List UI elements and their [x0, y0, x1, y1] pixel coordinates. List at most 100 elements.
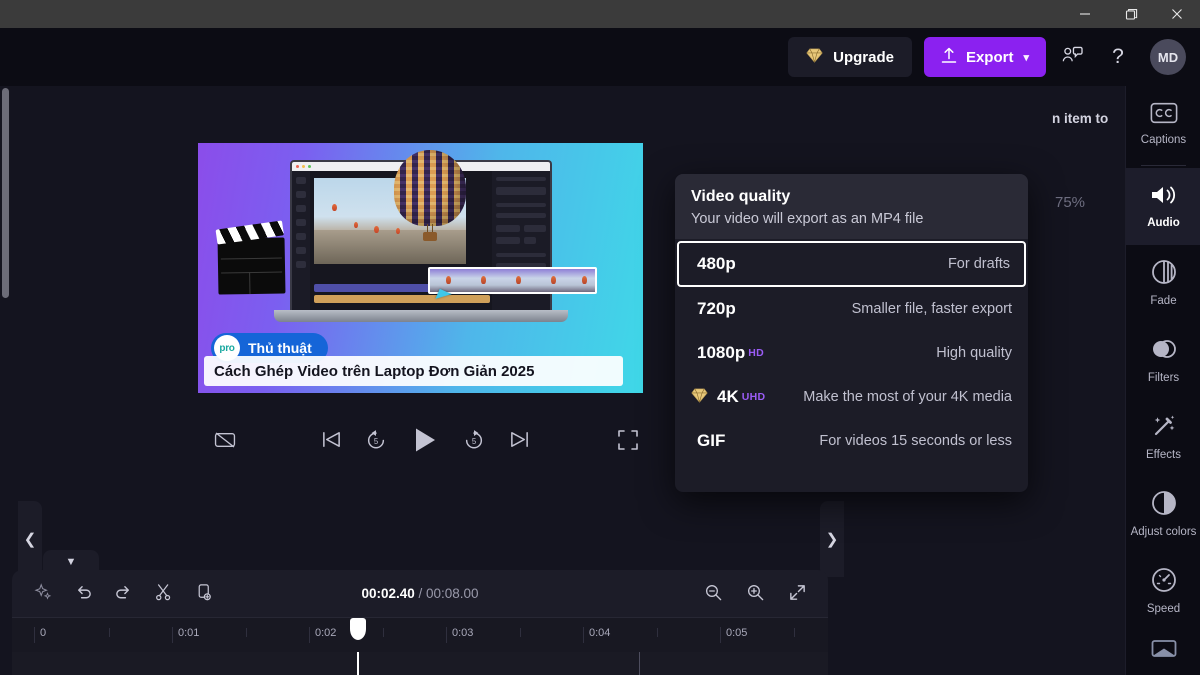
timeline-panel: 00:02.40 / 00:08.00 0 0:01 0:02 0:03 0:0…: [12, 570, 828, 675]
ruler-label: 0:04: [583, 627, 610, 643]
quality-option-label: 720p: [697, 299, 736, 318]
diamond-icon: [691, 388, 708, 407]
sidebar-item-filters[interactable]: Filters: [1126, 322, 1200, 399]
captions-off-icon: [214, 431, 236, 452]
quality-option-desc: For drafts: [947, 256, 1010, 272]
preview-caption: Cách Ghép Video trên Laptop Đơn Giản 202…: [204, 356, 623, 386]
skip-next-icon: [509, 429, 530, 453]
rewind-5s-button[interactable]: 5: [359, 424, 393, 458]
sidebar-item-partial[interactable]: [1126, 630, 1200, 670]
sidebar-item-adjust-colors[interactable]: Adjust colors: [1126, 476, 1200, 553]
quality-option-4k[interactable]: 4K UHD Make the most of your 4K media: [677, 375, 1026, 419]
fullscreen-icon: [618, 429, 638, 453]
hidden-panel-text: n item to: [1052, 111, 1109, 126]
people-chat-icon: [1062, 46, 1083, 68]
total-time: 00:08.00: [426, 586, 479, 601]
sidebar-item-audio[interactable]: Audio: [1126, 168, 1200, 245]
dropdown-title: Video quality: [691, 188, 791, 205]
transition-icon: [1151, 637, 1177, 664]
clipchamp-editor-window: Upgrade Export ▾ ? MD pro Thủ thuật Cách…: [0, 0, 1200, 675]
hidden-panel-percent: 75%: [1055, 194, 1086, 211]
export-button-label: Export: [965, 48, 1014, 66]
app-topbar: Upgrade Export ▾ ? MD: [0, 28, 1200, 86]
zoom-out-icon: [704, 583, 723, 605]
uhd-badge: UHD: [741, 391, 766, 403]
avatar[interactable]: MD: [1150, 39, 1186, 75]
split-button[interactable]: [148, 579, 178, 609]
ruler-tick: [794, 628, 795, 637]
play-button[interactable]: [405, 421, 445, 461]
sidebar-item-captions[interactable]: Captions: [1126, 86, 1200, 163]
collapse-left-panel-button[interactable]: ❮: [18, 501, 42, 577]
chevron-down-icon: ▼: [65, 556, 77, 568]
quality-option-480p[interactable]: 480p For drafts: [677, 241, 1026, 287]
tool-sidebar: Captions Audio Fade Filters Effects Adju…: [1125, 86, 1200, 675]
sidebar-item-speed[interactable]: Speed: [1126, 553, 1200, 630]
avatar-initials: MD: [1157, 49, 1179, 65]
scrollbar-thumb[interactable]: [2, 88, 9, 298]
speaker-icon: [1149, 183, 1179, 212]
redo-icon: [114, 583, 133, 605]
duplicate-icon: [194, 583, 213, 605]
help-button[interactable]: ?: [1098, 37, 1138, 77]
sidebar-item-fade[interactable]: Fade: [1126, 245, 1200, 322]
zoom-out-button[interactable]: [698, 579, 728, 609]
timeline-playhead[interactable]: [350, 618, 366, 675]
timeline-tracks[interactable]: [12, 618, 828, 675]
ruler-tick: [520, 628, 521, 637]
magic-button[interactable]: [28, 579, 58, 609]
hot-air-balloon-graphic: [394, 150, 466, 246]
sparkle-icon: [34, 583, 52, 604]
fit-screen-icon: [788, 583, 807, 605]
ruler-label: 0:02: [309, 627, 336, 643]
undo-button[interactable]: [68, 579, 98, 609]
upgrade-button[interactable]: Upgrade: [788, 37, 912, 77]
window-close-button[interactable]: [1154, 0, 1200, 28]
ruler-label: 0:03: [446, 627, 473, 643]
quality-option-label: 1080p: [697, 343, 746, 362]
quality-option-label: 4K: [717, 387, 739, 406]
redo-button[interactable]: [108, 579, 138, 609]
half-circle-contrast-icon: [1151, 490, 1177, 521]
ruler-label: 0: [34, 627, 46, 643]
quality-option-gif[interactable]: GIF For videos 15 seconds or less: [677, 419, 1026, 463]
export-button[interactable]: Export ▾: [923, 37, 1046, 77]
pro-tag-label: Thủ thuật: [248, 340, 312, 356]
svg-text:5: 5: [374, 437, 378, 446]
play-icon: [413, 427, 437, 456]
ruler-tick: [383, 628, 384, 637]
left-scrollbar[interactable]: [0, 86, 12, 675]
window-maximize-button[interactable]: [1108, 0, 1154, 28]
quality-option-desc: Make the most of your 4K media: [803, 389, 1012, 405]
editor-body: pro Thủ thuật Cách Ghép Video trên Lapto…: [0, 86, 1200, 675]
ruler-label: 0:01: [172, 627, 199, 643]
window-minimize-button[interactable]: [1062, 0, 1108, 28]
sidebar-item-effects[interactable]: Effects: [1126, 399, 1200, 476]
chevron-right-icon: ❯: [825, 531, 839, 548]
chevron-left-icon: ❮: [23, 531, 37, 548]
replay-5-icon: 5: [365, 429, 387, 454]
sidebar-item-label: Adjust colors: [1130, 525, 1197, 538]
skip-to-end-button[interactable]: [502, 424, 536, 458]
sidebar-divider: [1140, 165, 1186, 166]
skip-to-start-button[interactable]: [314, 424, 348, 458]
export-quality-dropdown: Video quality Your video will export as …: [675, 174, 1028, 492]
fullscreen-button[interactable]: [611, 424, 645, 458]
video-preview[interactable]: pro Thủ thuật Cách Ghép Video trên Lapto…: [198, 143, 643, 393]
collaborate-button[interactable]: [1052, 37, 1092, 77]
sidebar-item-label: Fade: [1150, 294, 1177, 307]
zoom-in-button[interactable]: [740, 579, 770, 609]
collapse-right-panel-button[interactable]: ❯: [820, 501, 844, 577]
svg-text:5: 5: [472, 437, 476, 446]
speedometer-icon: [1151, 567, 1177, 598]
upload-icon: [941, 47, 957, 68]
quality-option-label: GIF: [697, 431, 726, 450]
forward-5s-button[interactable]: 5: [457, 424, 491, 458]
quality-option-1080p[interactable]: 1080p HD High quality: [677, 331, 1026, 375]
captions-off-button[interactable]: [208, 424, 242, 458]
timeline-ruler[interactable]: 0 0:01 0:02 0:03 0:04 0:05: [12, 618, 828, 652]
quality-option-720p[interactable]: 720p Smaller file, faster export: [677, 287, 1026, 331]
duplicate-button[interactable]: [188, 579, 218, 609]
dropdown-options-list: 480p For drafts 720p Smaller file, faste…: [675, 239, 1028, 469]
fit-to-screen-button[interactable]: [782, 579, 812, 609]
